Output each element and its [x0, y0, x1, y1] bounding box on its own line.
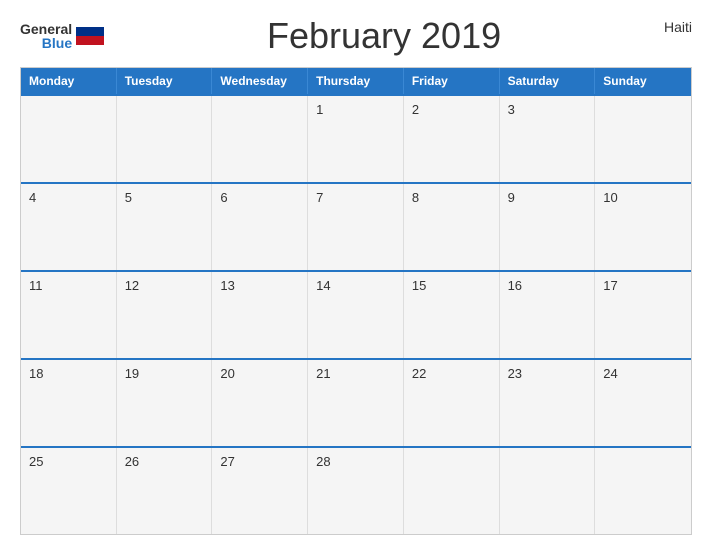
cal-cell-w3-d7: 17 — [595, 272, 691, 358]
logo-flag-icon — [76, 27, 104, 45]
day-number: 10 — [603, 190, 617, 205]
header-tuesday: Tuesday — [117, 68, 213, 94]
day-number: 19 — [125, 366, 139, 381]
cal-cell-w3-d2: 12 — [117, 272, 213, 358]
day-number: 12 — [125, 278, 139, 293]
cal-cell-w5-d3: 27 — [212, 448, 308, 534]
cal-cell-w2-d3: 6 — [212, 184, 308, 270]
day-number: 20 — [220, 366, 234, 381]
day-number: 28 — [316, 454, 330, 469]
day-number: 9 — [508, 190, 515, 205]
cal-cell-w1-d5: 2 — [404, 96, 500, 182]
cal-cell-w3-d1: 11 — [21, 272, 117, 358]
day-number: 23 — [508, 366, 522, 381]
cal-cell-w1-d4: 1 — [308, 96, 404, 182]
header-saturday: Saturday — [500, 68, 596, 94]
day-number: 13 — [220, 278, 234, 293]
cal-cell-w4-d1: 18 — [21, 360, 117, 446]
cal-cell-w5-d2: 26 — [117, 448, 213, 534]
cal-cell-w4-d7: 24 — [595, 360, 691, 446]
country-label: Haiti — [664, 19, 692, 35]
day-number: 16 — [508, 278, 522, 293]
calendar-header-row: Monday Tuesday Wednesday Thursday Friday… — [21, 68, 691, 94]
cal-cell-w4-d6: 23 — [500, 360, 596, 446]
page-header: General Blue February 2019 Haiti — [20, 15, 692, 57]
cal-cell-w4-d3: 20 — [212, 360, 308, 446]
cal-cell-w1-d6: 3 — [500, 96, 596, 182]
cal-cell-w3-d5: 15 — [404, 272, 500, 358]
day-number: 27 — [220, 454, 234, 469]
cal-cell-w1-d1 — [21, 96, 117, 182]
calendar-week-1: 1 2 3 — [21, 94, 691, 182]
day-number: 8 — [412, 190, 419, 205]
day-number: 7 — [316, 190, 323, 205]
logo-general-text: General — [20, 22, 72, 36]
day-number: 17 — [603, 278, 617, 293]
day-number: 3 — [508, 102, 515, 117]
cal-cell-w5-d1: 25 — [21, 448, 117, 534]
day-number: 15 — [412, 278, 426, 293]
day-number: 1 — [316, 102, 323, 117]
calendar-body: 1234567891011121314151617181920212223242… — [21, 94, 691, 534]
cal-cell-w3-d4: 14 — [308, 272, 404, 358]
flag-bottom — [76, 36, 104, 45]
cal-cell-w5-d4: 28 — [308, 448, 404, 534]
day-number: 2 — [412, 102, 419, 117]
cal-cell-w4-d2: 19 — [117, 360, 213, 446]
cal-cell-w2-d7: 10 — [595, 184, 691, 270]
calendar-week-3: 11 12 13 14 15 16 17 — [21, 270, 691, 358]
cal-cell-w5-d7 — [595, 448, 691, 534]
cal-cell-w2-d4: 7 — [308, 184, 404, 270]
day-number: 5 — [125, 190, 132, 205]
header-sunday: Sunday — [595, 68, 691, 94]
flag-top — [76, 27, 104, 36]
cal-cell-w2-d1: 4 — [21, 184, 117, 270]
cal-cell-w3-d3: 13 — [212, 272, 308, 358]
calendar-week-5: 25 26 27 28 — [21, 446, 691, 534]
cal-cell-w4-d4: 21 — [308, 360, 404, 446]
calendar-grid: Monday Tuesday Wednesday Thursday Friday… — [20, 67, 692, 535]
logo: General Blue — [20, 22, 104, 50]
day-number: 11 — [29, 278, 43, 293]
cal-cell-w1-d7 — [595, 96, 691, 182]
day-number: 22 — [412, 366, 426, 381]
cal-cell-w2-d2: 5 — [117, 184, 213, 270]
day-number: 18 — [29, 366, 43, 381]
cal-cell-w4-d5: 22 — [404, 360, 500, 446]
cal-cell-w5-d5 — [404, 448, 500, 534]
cal-cell-w3-d6: 16 — [500, 272, 596, 358]
calendar-title: February 2019 — [104, 15, 664, 57]
day-number: 24 — [603, 366, 617, 381]
cal-cell-w1-d3 — [212, 96, 308, 182]
header-wednesday: Wednesday — [212, 68, 308, 94]
day-number: 14 — [316, 278, 330, 293]
calendar-week-4: 18 19 20 21 22 23 24 — [21, 358, 691, 446]
day-number: 4 — [29, 190, 36, 205]
day-number: 26 — [125, 454, 139, 469]
day-number: 6 — [220, 190, 227, 205]
cal-cell-w5-d6 — [500, 448, 596, 534]
header-monday: Monday — [21, 68, 117, 94]
calendar-page: General Blue February 2019 Haiti Monday … — [0, 0, 712, 550]
header-friday: Friday — [404, 68, 500, 94]
cal-cell-w1-d2 — [117, 96, 213, 182]
day-number: 21 — [316, 366, 330, 381]
cal-cell-w2-d5: 8 — [404, 184, 500, 270]
day-number: 25 — [29, 454, 43, 469]
cal-cell-w2-d6: 9 — [500, 184, 596, 270]
logo-blue-text: Blue — [42, 36, 72, 50]
calendar-week-2: 4 5 6 7 8 9 10 — [21, 182, 691, 270]
header-thursday: Thursday — [308, 68, 404, 94]
